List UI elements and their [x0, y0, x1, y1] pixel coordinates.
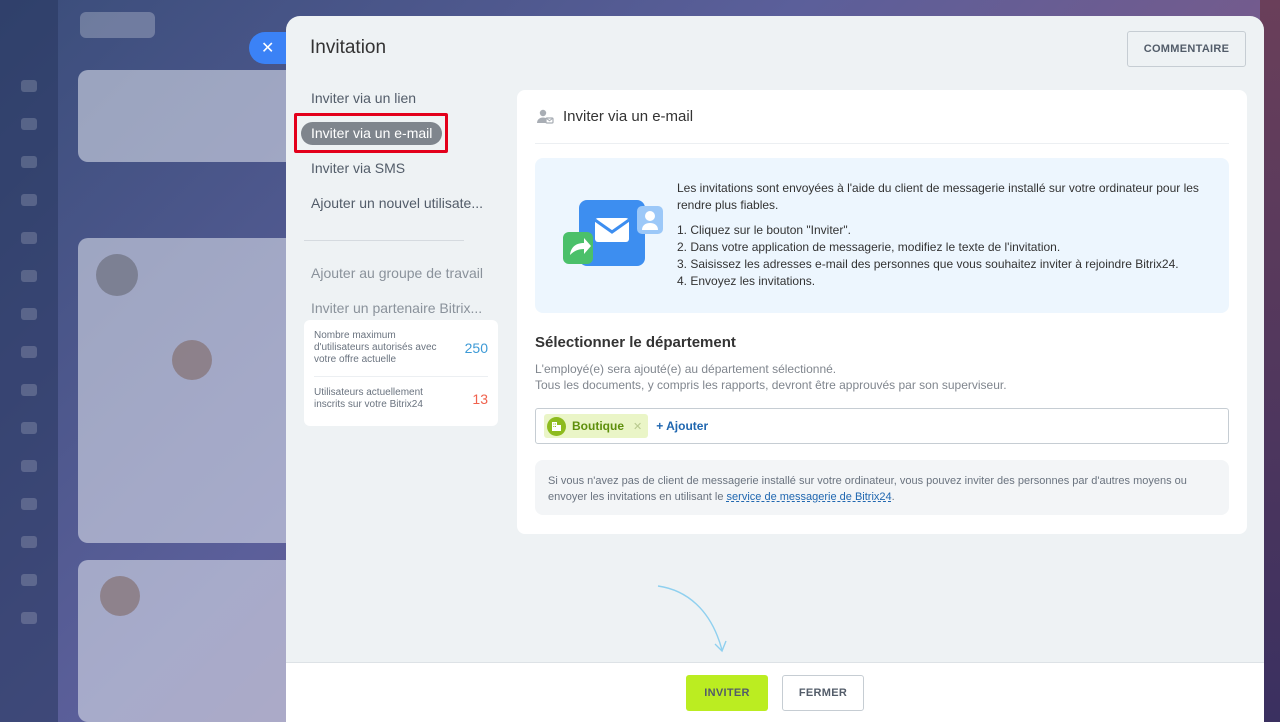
- department-tag: Boutique ✕: [544, 414, 649, 438]
- close-button[interactable]: FERMER: [782, 674, 864, 711]
- menu-divider: [304, 240, 464, 241]
- invitation-slider: Invitation COMMENTAIRE Inviter via un li…: [286, 16, 1264, 722]
- department-title: Sélectionner le département: [535, 334, 736, 351]
- department-desc-line: Tous les documents, y compris les rappor…: [535, 378, 1007, 392]
- info-text: Les invitations sont envoyées à l'aide d…: [677, 180, 1207, 290]
- note-box: Si vous n'avez pas de client de messager…: [535, 460, 1229, 515]
- current-users-value: 13: [472, 391, 488, 407]
- close-slider-button[interactable]: ✕: [249, 32, 289, 64]
- email-illustration-icon: [563, 200, 663, 266]
- background-sidebar: [0, 0, 58, 722]
- slider-footer: INVITER FERMER: [286, 662, 1264, 722]
- close-icon: ✕: [261, 40, 275, 57]
- card-header: Inviter via un e-mail: [535, 90, 1229, 144]
- building-icon: [547, 416, 566, 436]
- add-department-link[interactable]: + Ajouter: [656, 419, 708, 433]
- info-intro: Les invitations sont envoyées à l'aide d…: [677, 181, 1199, 212]
- menu-item-new-user[interactable]: Ajouter un nouvel utilisate...: [300, 191, 500, 226]
- department-desc-line: L'employé(e) sera ajouté(e) au départeme…: [535, 362, 837, 376]
- menu-item-sms[interactable]: Inviter via SMS: [300, 156, 500, 191]
- step-item: 1. Cliquez sur le bouton "Inviter".: [677, 223, 851, 237]
- menu-item-workgroup[interactable]: Ajouter au groupe de travail: [300, 261, 500, 296]
- note-end: .: [891, 491, 895, 503]
- background-logo: [80, 12, 155, 38]
- hint-arrow-icon: [657, 585, 727, 653]
- department-description: L'employé(e) sera ajouté(e) au départeme…: [535, 361, 1007, 393]
- comment-button[interactable]: COMMENTAIRE: [1127, 31, 1246, 67]
- card-header-title: Inviter via un e-mail: [563, 108, 694, 125]
- info-box: Les invitations sont envoyées à l'aide d…: [535, 158, 1229, 313]
- invite-button[interactable]: INVITER: [686, 674, 768, 711]
- max-users-label: Nombre maximum d'utilisateurs autorisés …: [314, 330, 437, 365]
- slider-title: Invitation: [310, 37, 387, 58]
- highlight-annotation: [294, 113, 448, 153]
- user-limits-panel: Nombre maximum d'utilisateurs autorisés …: [304, 320, 498, 426]
- remove-tag-icon[interactable]: ✕: [633, 420, 642, 433]
- max-users-value: 250: [464, 340, 488, 356]
- user-add-icon: [537, 109, 554, 124]
- department-tag-label: Boutique: [572, 419, 624, 433]
- email-invite-card: Inviter via un e-mail Les invitations so…: [517, 90, 1247, 534]
- steps-list: 1. Cliquez sur le bouton "Inviter". 2. D…: [677, 222, 1207, 290]
- current-users-label: Utilisateurs actuellement inscrits sur v…: [314, 387, 423, 410]
- step-item: 2. Dans votre application de messagerie,…: [677, 240, 1061, 254]
- step-item: 3. Saisissez les adresses e-mail des per…: [677, 257, 1179, 271]
- department-selector[interactable]: Boutique ✕ + Ajouter: [535, 408, 1229, 444]
- background-post-box: [78, 70, 298, 162]
- step-item: 4. Envoyez les invitations.: [677, 274, 816, 288]
- messaging-service-link[interactable]: service de messagerie de Bitrix24: [727, 491, 892, 503]
